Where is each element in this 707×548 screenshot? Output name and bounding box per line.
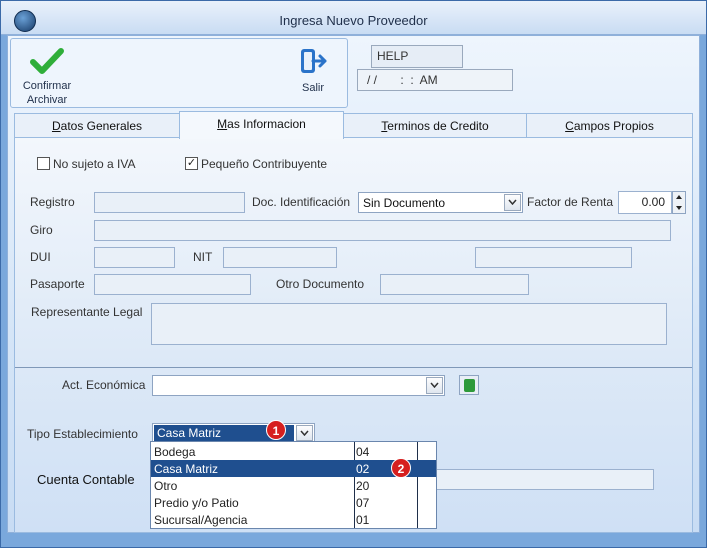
option-name: Predio y/o Patio — [154, 496, 239, 510]
factor-renta-spinner[interactable] — [672, 191, 686, 214]
dropdown-option-otro[interactable]: Otro 20 — [151, 477, 436, 494]
otro-documento-field[interactable] — [380, 274, 529, 295]
exit-button[interactable]: Salir — [291, 43, 335, 94]
act-economica-label: Act. Económica — [62, 378, 146, 392]
option-name: Casa Matriz — [154, 462, 219, 476]
step-2-badge: 2 — [391, 458, 411, 478]
tab-datos-generales-label: atos Generales — [60, 119, 143, 133]
app-window: Ingresa Nuevo Proveedor Confirmar Archiv… — [0, 0, 707, 548]
option-code: 07 — [356, 496, 370, 510]
representante-legal-field[interactable] — [151, 303, 667, 345]
chevron-down-icon — [508, 199, 517, 205]
extra-field[interactable] — [475, 247, 632, 268]
section-divider — [15, 367, 692, 368]
green-action-icon — [464, 379, 475, 392]
tab-mas-informacion[interactable]: Mas Informacion — [179, 111, 344, 139]
pequeno-contribuyente-label: Pequeño Contribuyente — [201, 157, 328, 171]
nit-label: NIT — [193, 250, 213, 264]
dropdown-option-sucursal-agencia[interactable]: Sucursal/Agencia 01 — [151, 511, 436, 528]
step-1-badge: 1 — [266, 420, 286, 440]
doc-identificacion-select[interactable]: Sin Documento — [358, 192, 523, 213]
help-field[interactable]: HELP — [371, 45, 463, 68]
tab-mas-informacion-label: as Informacion — [227, 117, 306, 131]
dui-label: DUI — [30, 250, 51, 264]
doc-identificacion-value: Sin Documento — [363, 196, 446, 210]
window-title: Ingresa Nuevo Proveedor — [279, 13, 428, 28]
doc-identificacion-dropdown-button[interactable] — [504, 194, 521, 211]
option-code: 02 — [356, 462, 370, 476]
cuenta-contable-label: Cuenta Contable — [37, 472, 135, 487]
option-code: 01 — [356, 513, 370, 527]
act-economica-dropdown-button[interactable] — [426, 377, 443, 394]
nit-field[interactable] — [223, 247, 337, 268]
no-sujeto-iva-checkbox[interactable] — [37, 157, 50, 170]
dropdown-option-bodega[interactable]: Bodega 04 — [151, 443, 436, 460]
title-bar: Ingresa Nuevo Proveedor — [1, 1, 706, 35]
giro-label: Giro — [30, 223, 53, 237]
act-economica-add-button[interactable] — [459, 375, 479, 395]
pasaporte-field[interactable] — [94, 274, 251, 295]
cuenta-contable-field[interactable] — [435, 469, 654, 490]
exit-door-icon — [301, 49, 327, 73]
no-sujeto-iva-label: No sujeto a IVA — [53, 157, 136, 171]
otro-documento-label: Otro Documento — [276, 277, 365, 291]
tab-terminos-credito-label: erminos de Credito — [387, 119, 489, 133]
confirm-label-line1: Confirmar — [22, 80, 72, 92]
tab-campos-propios-label: ampos Propios — [573, 119, 654, 133]
option-name: Bodega — [154, 445, 196, 459]
tipo-establecimiento-dropdown-list: Bodega 04 Casa Matriz 02 Otro 20 Predio … — [150, 441, 437, 529]
dropdown-option-predio-patio[interactable]: Predio y/o Patio 07 — [151, 494, 436, 511]
giro-field[interactable] — [94, 220, 671, 241]
option-code: 04 — [356, 445, 370, 459]
tab-terminos-credito[interactable]: Terminos de Credito — [343, 113, 527, 138]
option-name: Sucursal/Agencia — [154, 513, 248, 527]
datetime-field: / / : : AM — [357, 69, 513, 91]
registro-field[interactable] — [94, 192, 245, 213]
chevron-down-icon — [300, 430, 309, 436]
toolbar: Confirmar Archivar Salir — [10, 38, 348, 108]
dui-field[interactable] — [94, 247, 175, 268]
factor-renta-label: Factor de Renta — [527, 195, 614, 209]
tab-datos-generales[interactable]: Datos Generales — [14, 113, 180, 138]
tab-datos-generales-accel: D — [51, 119, 61, 133]
option-code: 20 — [356, 479, 370, 493]
exit-label: Salir — [301, 82, 324, 94]
tipo-establecimiento-dropdown-button[interactable] — [296, 425, 313, 441]
option-name: Otro — [154, 479, 178, 493]
registro-label: Registro — [30, 195, 75, 209]
pasaporte-label: Pasaporte — [30, 277, 85, 291]
factor-renta-value: 0.00 — [641, 195, 665, 209]
doc-identificacion-label: Doc. Identificación — [252, 195, 351, 209]
spin-up-icon[interactable] — [673, 192, 685, 202]
checkmark-icon — [30, 48, 64, 74]
chevron-down-icon — [430, 382, 439, 388]
tab-campos-propios-accel: C — [565, 119, 574, 133]
act-economica-select[interactable] — [152, 375, 445, 396]
representante-legal-label: Representante Legal — [31, 305, 143, 319]
tab-strip: Datos Generales Mas Informacion Terminos… — [14, 111, 693, 139]
tab-mas-informacion-accel: M — [217, 117, 228, 131]
pequeno-contribuyente-checkbox[interactable]: ✓ — [185, 157, 198, 170]
tipo-establecimiento-label: Tipo Establecimiento — [27, 427, 138, 441]
confirm-label-line2: Archivar — [26, 94, 68, 106]
confirm-archive-button[interactable]: Confirmar Archivar — [17, 43, 77, 106]
spin-down-icon[interactable] — [673, 203, 685, 213]
tab-campos-propios[interactable]: Campos Propios — [526, 113, 693, 138]
tipo-establecimiento-select[interactable]: Casa Matriz — [152, 423, 315, 443]
factor-renta-field[interactable]: 0.00 — [618, 191, 672, 214]
